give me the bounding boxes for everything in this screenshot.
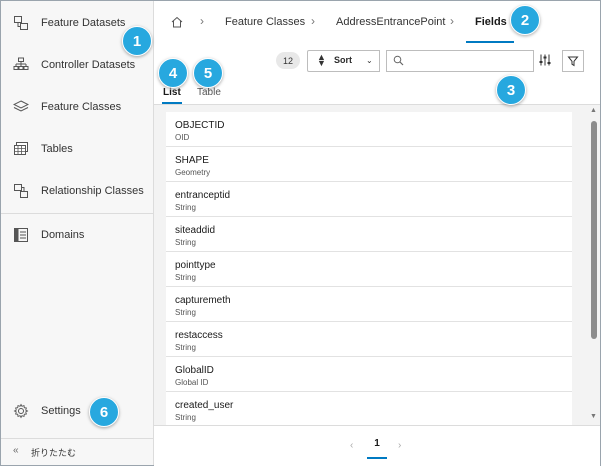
collapse-label: 折りたたむ (31, 448, 77, 458)
list-item[interactable]: SHAPE Geometry (166, 147, 572, 182)
field-name: created_user (175, 400, 234, 411)
callout-4: 4 (158, 58, 188, 88)
field-type: String (175, 273, 196, 282)
scroll-down-icon[interactable]: ▼ (590, 413, 597, 420)
tab-table[interactable]: Table (197, 87, 221, 98)
field-type: OID (175, 133, 190, 142)
field-type: String (175, 238, 196, 247)
breadcrumb-fields[interactable]: Fields (475, 16, 507, 28)
list-item[interactable]: created_user String (166, 392, 572, 425)
search-field[interactable] (386, 50, 534, 72)
list-item[interactable]: capturemeth String (166, 287, 572, 322)
field-type: String (175, 308, 196, 317)
sidebar: Feature Datasets Controller Datasets Fea… (1, 1, 154, 465)
callout-1: 1 (122, 26, 152, 56)
callout-6: 6 (89, 397, 119, 427)
double-chevron-left-icon: « (13, 445, 19, 456)
field-type: Global ID (175, 378, 209, 387)
scroll-thumb[interactable] (591, 121, 597, 339)
view-tabs: List Table (154, 78, 600, 105)
field-name: pointtype (175, 260, 216, 271)
feature-classes-icon (13, 100, 29, 112)
breadcrumb-separator: › (200, 14, 204, 28)
tab-active-indicator (162, 102, 182, 104)
gear-icon (13, 403, 29, 419)
collapse-button[interactable]: « 折りたたむ (1, 438, 153, 466)
chevron-down-icon: ⌄ (366, 56, 373, 65)
breadcrumb-address-entrance-point[interactable]: AddressEntrancePoint (336, 16, 445, 28)
sidebar-item-feature-classes[interactable]: Feature Classes (1, 87, 153, 127)
field-list-area: OBJECTID OID SHAPE Geometry entranceptid… (154, 105, 600, 425)
breadcrumb-active-indicator (466, 41, 514, 43)
breadcrumb-feature-classes[interactable]: Feature Classes (225, 16, 305, 28)
tables-icon (14, 142, 28, 155)
domains-icon (14, 228, 28, 242)
app-window: Feature Datasets Controller Datasets Fea… (0, 0, 601, 466)
list-item[interactable]: siteaddid String (166, 217, 572, 252)
tab-list[interactable]: List (163, 87, 181, 98)
search-icon (393, 55, 404, 66)
advanced-options-button[interactable] (534, 50, 556, 70)
field-name: capturemeth (175, 295, 231, 306)
breadcrumb-separator: › (450, 14, 454, 28)
sidebar-item-relationship-classes[interactable]: Relationship Classes (1, 171, 153, 211)
field-name: SHAPE (175, 155, 209, 166)
list-item[interactable]: restaccess String (166, 322, 572, 357)
callout-3: 3 (496, 75, 526, 105)
next-page-button[interactable]: › (398, 440, 401, 451)
field-name: entranceptid (175, 190, 231, 201)
sliders-icon (539, 54, 551, 66)
field-count-badge: 12 (276, 52, 300, 69)
pagination: ‹ 1 › (154, 425, 600, 466)
sidebar-item-label: Feature Datasets (41, 17, 126, 29)
sidebar-divider (1, 213, 153, 214)
field-type: String (175, 343, 196, 352)
field-type: String (175, 413, 196, 422)
field-type: String (175, 203, 196, 212)
field-type: Geometry (175, 168, 211, 177)
sidebar-item-settings[interactable]: Settings (1, 391, 153, 431)
callout-5: 5 (193, 58, 223, 88)
current-page-indicator (367, 457, 387, 459)
controller-datasets-icon (13, 57, 29, 70)
list-item[interactable]: GlobalID Global ID (166, 357, 572, 392)
filter-icon (567, 56, 579, 67)
sidebar-item-label: Feature Classes (41, 101, 122, 113)
filter-button[interactable] (562, 50, 584, 72)
sidebar-item-tables[interactable]: Tables (1, 129, 153, 169)
home-icon[interactable] (170, 15, 184, 29)
feature-datasets-icon (14, 16, 28, 30)
sidebar-item-label: Domains (41, 229, 85, 241)
sidebar-item-label: Tables (41, 143, 73, 155)
list-item[interactable]: pointtype String (166, 252, 572, 287)
sort-dropdown-button[interactable]: ⌄ (361, 50, 380, 72)
relationship-classes-icon (14, 184, 28, 198)
vertical-scrollbar[interactable]: ▲ ▼ (588, 105, 600, 425)
field-name: GlobalID (175, 365, 214, 376)
sidebar-item-label: Relationship Classes (41, 185, 144, 197)
field-name: siteaddid (175, 225, 216, 236)
list-item[interactable]: entranceptid String (166, 182, 572, 217)
field-name: OBJECTID (175, 120, 225, 131)
search-input[interactable] (409, 53, 531, 69)
settings-label: Settings (41, 405, 81, 417)
sort-arrows-icon: ▲ ▼ (317, 52, 326, 68)
sidebar-item-domains[interactable]: Domains (1, 215, 153, 255)
field-name: restaccess (175, 330, 223, 341)
sort-label: Sort (334, 55, 352, 65)
list-item[interactable]: OBJECTID OID (166, 112, 572, 147)
sidebar-item-label: Controller Datasets (41, 59, 136, 71)
previous-page-button[interactable]: ‹ (350, 440, 353, 451)
breadcrumb-separator: › (311, 14, 315, 28)
callout-2: 2 (510, 5, 540, 35)
page-number-button[interactable]: 1 (367, 438, 387, 456)
scroll-up-icon[interactable]: ▲ (590, 107, 597, 114)
sort-button[interactable]: ▲ ▼ Sort (307, 50, 363, 72)
